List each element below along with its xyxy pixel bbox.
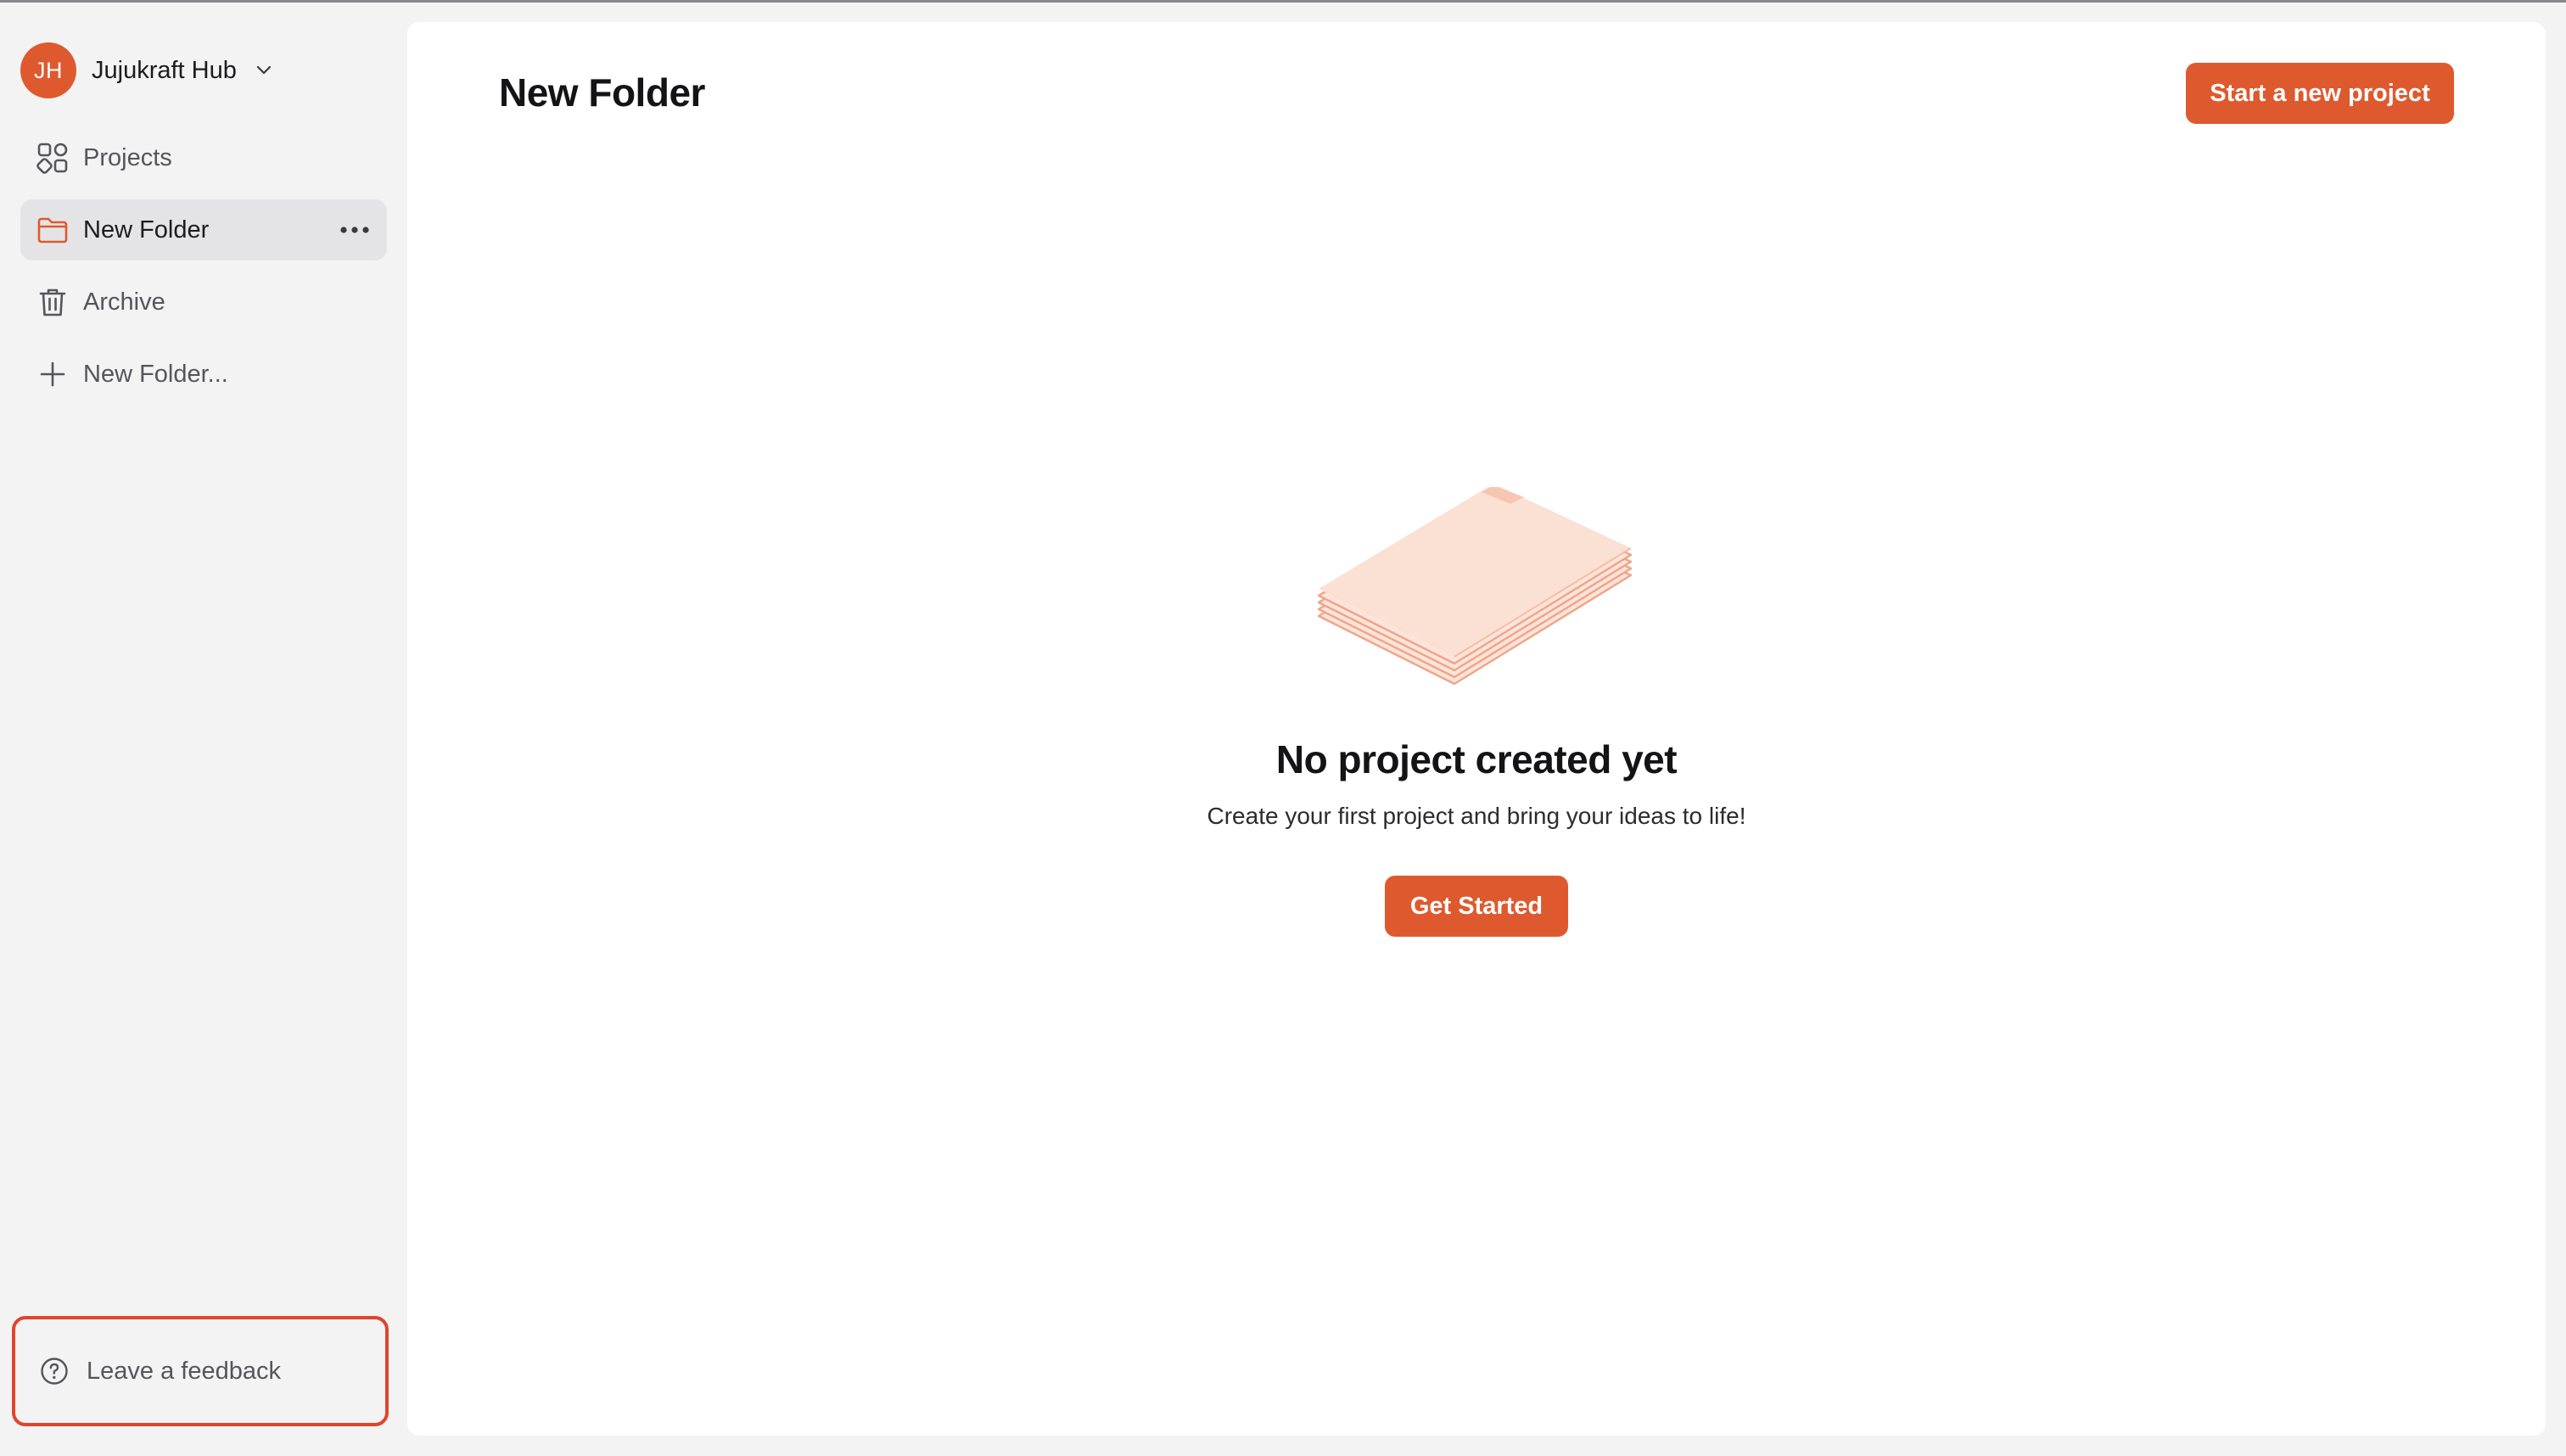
empty-state-subtitle: Create your first project and bring your…: [1207, 803, 1746, 829]
sidebar-item-archive[interactable]: Archive: [20, 272, 387, 333]
workspace-name: Jujukraft Hub: [92, 56, 237, 84]
empty-state-illustration: [1314, 484, 1639, 725]
sidebar-item-label: New Folder: [83, 216, 210, 244]
chevron-down-icon: [252, 59, 276, 82]
sidebar-nav: Projects New Folder Archive New Folder..…: [20, 127, 387, 416]
folder-icon: [36, 213, 70, 247]
get-started-button[interactable]: Get Started: [1385, 876, 1568, 937]
sidebar-item-label: Projects: [83, 143, 172, 171]
help-circle-icon: [37, 1354, 71, 1388]
plus-icon: [36, 357, 70, 391]
sidebar-item-create-folder[interactable]: New Folder...: [20, 344, 387, 405]
sidebar-item-projects[interactable]: Projects: [20, 127, 387, 188]
workspace-switcher[interactable]: JH Jujukraft Hub: [20, 41, 276, 100]
main-content: New Folder Start a new project No projec…: [407, 22, 2546, 1436]
grid-icon: [36, 141, 70, 175]
more-options-icon[interactable]: [338, 216, 372, 244]
leave-feedback-button[interactable]: Leave a feedback: [12, 1316, 389, 1426]
page-title: New Folder: [499, 70, 705, 115]
leave-feedback-label: Leave a feedback: [87, 1357, 281, 1385]
sidebar-item-new-folder[interactable]: New Folder: [20, 199, 387, 260]
sidebar-item-label: New Folder...: [83, 360, 228, 388]
sidebar-item-label: Archive: [83, 288, 165, 316]
start-new-project-button[interactable]: Start a new project: [2186, 63, 2454, 124]
empty-state-title: No project created yet: [1275, 737, 1678, 781]
sidebar: JH Jujukraft Hub Projects New Folder Arc…: [0, 3, 407, 1456]
trash-icon: [36, 285, 70, 319]
avatar: JH: [20, 42, 76, 98]
